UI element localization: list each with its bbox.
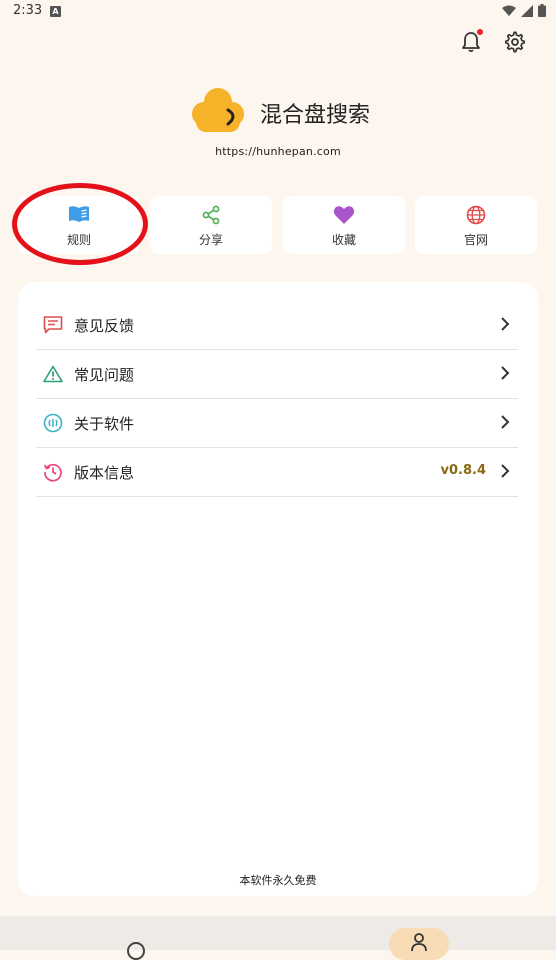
website-label: 官网	[463, 233, 488, 247]
share-button[interactable]: 分享	[150, 196, 272, 254]
feedback-icon	[42, 314, 64, 336]
menu-item-version[interactable]: 版本信息 v0.8.4	[36, 448, 518, 497]
share-label: 分享	[198, 233, 223, 247]
status-bar: 2:33 A	[0, 0, 556, 24]
status-icons	[502, 4, 546, 17]
cloud-logo-icon	[192, 88, 244, 132]
menu-item-faq[interactable]: 常见问题	[36, 350, 518, 399]
favorites-label: 收藏	[331, 233, 356, 247]
version-value: v0.8.4	[440, 463, 487, 478]
bottom-nav	[0, 916, 556, 960]
about-icon	[42, 412, 64, 434]
status-time: 2:33	[13, 3, 43, 18]
menu-item-about[interactable]: 关于软件	[36, 399, 518, 448]
chevron-right-icon	[501, 366, 510, 380]
settings-card: 意见反馈 常见问题 关于软件 版本信息 v0.8.4 本软件永久免费	[18, 282, 538, 896]
notifications-button[interactable]	[457, 28, 485, 56]
menu-item-label: 常见问题	[74, 366, 135, 384]
chevron-right-icon	[501, 464, 510, 478]
app-logo	[190, 86, 246, 134]
search-nav-icon[interactable]	[127, 942, 145, 960]
website-button[interactable]: 官网	[415, 196, 537, 254]
notification-dot	[477, 29, 483, 35]
profile-nav-button[interactable]	[389, 928, 449, 960]
person-icon	[411, 933, 427, 952]
wifi-icon	[502, 5, 516, 16]
chevron-right-icon	[501, 415, 510, 429]
chevron-right-icon	[501, 317, 510, 331]
battery-icon	[538, 4, 546, 17]
signal-icon	[521, 4, 533, 17]
free-software-note: 本软件永久免费	[239, 874, 317, 887]
favorites-button[interactable]: 收藏	[283, 196, 405, 254]
menu-item-label: 意见反馈	[74, 317, 135, 335]
globe-icon	[466, 205, 486, 225]
settings-button[interactable]	[501, 28, 529, 56]
share-icon	[202, 205, 220, 225]
menu-item-label: 版本信息	[74, 464, 135, 482]
app-name: 混合盘搜索	[260, 103, 371, 128]
rules-button[interactable]: 规则	[18, 196, 140, 254]
warning-icon	[42, 363, 64, 385]
menu-item-feedback[interactable]: 意见反馈	[36, 301, 518, 350]
app-url[interactable]: https://hunhepan.com	[0, 145, 556, 158]
notification-app-icon: A	[50, 6, 61, 17]
history-icon	[42, 461, 64, 483]
book-icon	[69, 206, 89, 222]
gear-icon	[505, 31, 525, 53]
heart-icon	[333, 206, 355, 224]
rules-label: 规则	[66, 233, 91, 247]
menu-item-label: 关于软件	[74, 415, 135, 433]
